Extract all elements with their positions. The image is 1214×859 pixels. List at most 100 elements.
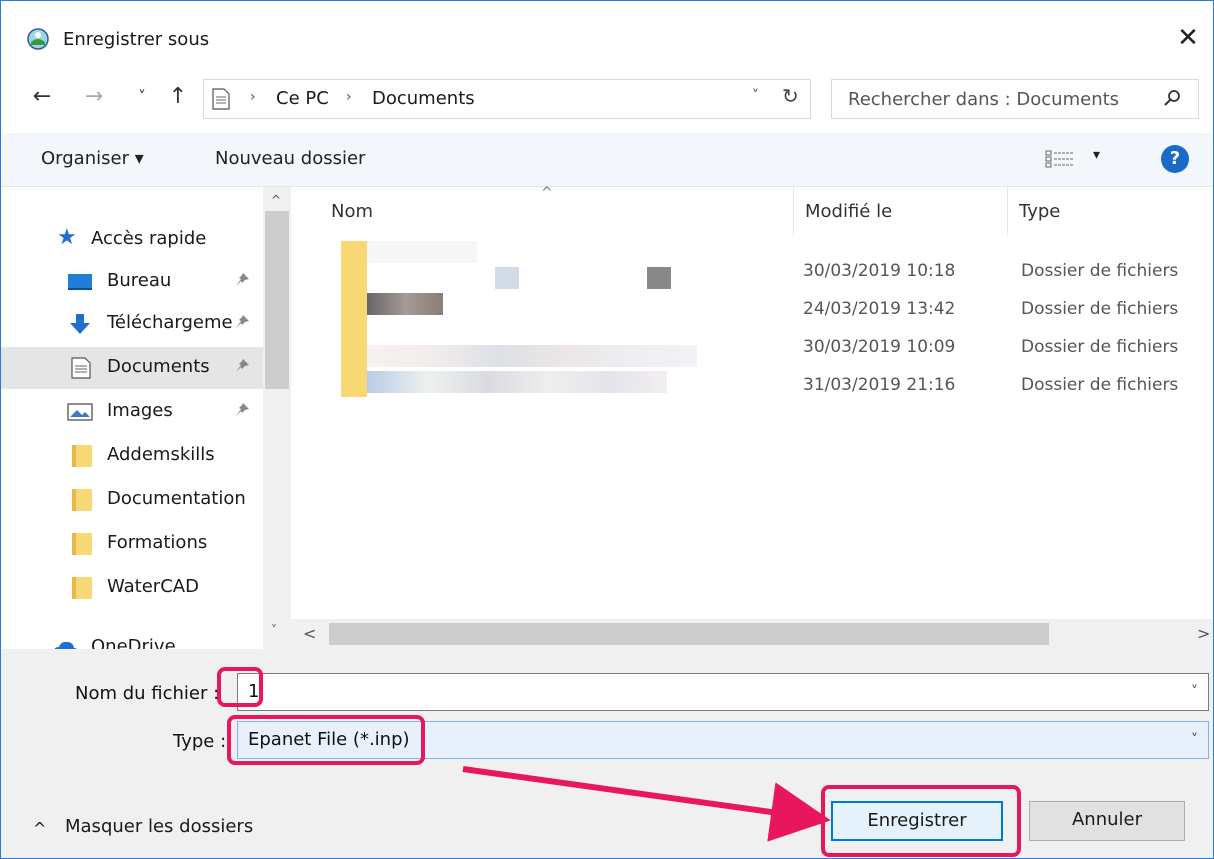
pin-icon[interactable]	[233, 271, 251, 289]
filename-label: Nom du fichier :	[75, 683, 220, 704]
view-options-icon[interactable]	[1045, 149, 1075, 169]
help-icon[interactable]: ?	[1161, 145, 1189, 173]
breadcrumb-separator: ›	[346, 89, 352, 105]
desktop-icon	[68, 274, 92, 290]
new-folder-button[interactable]: Nouveau dossier	[215, 148, 365, 169]
sort-ascending-icon: ^	[541, 185, 553, 201]
scroll-right-icon[interactable]: >	[1197, 624, 1210, 643]
sidebar-item-telechargements[interactable]: Téléchargeme	[1, 303, 263, 345]
folder-icon	[72, 577, 92, 599]
recent-locations-icon[interactable]: ˅	[129, 83, 155, 113]
scroll-down-icon[interactable]: ˅	[271, 623, 277, 637]
folder-icon	[72, 445, 92, 467]
document-icon	[212, 88, 230, 110]
row-modified: 30/03/2019 10:18	[803, 261, 956, 281]
type-label: Type :	[173, 731, 227, 752]
sidebar-item-label: Documents	[107, 356, 210, 377]
scrollbar-thumb[interactable]	[265, 211, 289, 389]
sidebar-item-addemskills[interactable]: Addemskills	[1, 435, 263, 477]
row-modified: 30/03/2019 10:09	[803, 337, 956, 357]
sidebar-item-watercad[interactable]: WaterCAD	[1, 567, 263, 609]
pin-icon[interactable]	[233, 313, 251, 331]
table-row[interactable]: 31/03/2019 21:16 Dossier de fichiers	[331, 367, 1211, 405]
file-type-dropdown-icon[interactable]: ˅	[1191, 732, 1198, 748]
sidebar-scrollbar[interactable]: ^ ˅	[263, 187, 291, 649]
table-row[interactable]: 30/03/2019 10:18 Dossier de fichiers	[331, 253, 1211, 291]
cancel-button[interactable]: Annuler	[1029, 801, 1185, 841]
column-header-modified[interactable]: Modifié le	[805, 201, 892, 222]
breadcrumb-separator: ›	[250, 89, 256, 105]
navigation-pane: ★ Accès rapide Bureau Téléchargeme Docum…	[1, 187, 291, 649]
folder-icon	[72, 533, 92, 555]
table-row[interactable]: 30/03/2019 10:09 Dossier de fichiers	[331, 329, 1211, 367]
sidebar-item-label: Documentation	[107, 488, 246, 509]
save-highlight	[821, 785, 1021, 857]
row-type: Dossier de fichiers	[1021, 261, 1179, 281]
sidebar-item-quick-access[interactable]: ★ Accès rapide	[1, 219, 263, 261]
view-dropdown-icon[interactable]: ▾	[1093, 147, 1100, 163]
row-type: Dossier de fichiers	[1021, 375, 1179, 395]
save-form: Nom du fichier : 1 ˅ Type : Epanet File …	[1, 649, 1213, 858]
filename-dropdown-icon[interactable]: ˅	[1191, 684, 1198, 700]
window-title: Enregistrer sous	[63, 29, 210, 50]
row-type: Dossier de fichiers	[1021, 337, 1179, 357]
sidebar-item-label: Images	[107, 400, 173, 421]
sidebar-item-label: Bureau	[107, 270, 172, 291]
command-bar: Organiser ▾ Nouveau dossier ▾ ?	[1, 133, 1213, 187]
forward-arrow-icon[interactable]: →	[79, 83, 109, 113]
sidebar-item-label: Accès rapide	[91, 228, 207, 249]
refresh-icon[interactable]: ↻	[782, 84, 799, 108]
folder-icon	[72, 489, 92, 511]
cloud-icon	[54, 641, 77, 649]
sidebar-item-label: WaterCAD	[107, 576, 199, 597]
search-placeholder: Rechercher dans : Documents	[848, 89, 1120, 110]
table-row[interactable]: 24/03/2019 13:42 Dossier de fichiers	[331, 291, 1211, 329]
file-list: ^ Nom Modifié le Type 30/03/2019 10:18 D…	[291, 185, 1213, 649]
hide-folders-button[interactable]: Masquer les dossiers	[65, 816, 253, 837]
sidebar-item-label: Formations	[107, 532, 208, 553]
search-icon[interactable]	[1162, 88, 1182, 108]
pin-icon[interactable]	[233, 357, 251, 375]
column-header-type[interactable]: Type	[1019, 201, 1060, 222]
column-divider[interactable]	[1007, 187, 1008, 235]
up-arrow-icon[interactable]: ↑	[163, 83, 193, 113]
sidebar-item-label: OneDrive	[91, 636, 176, 649]
file-list-horizontal-scrollbar[interactable]: < >	[291, 619, 1213, 649]
download-icon	[70, 314, 90, 334]
scroll-left-icon[interactable]: <	[303, 624, 316, 643]
column-divider[interactable]	[793, 187, 794, 235]
back-arrow-icon[interactable]: ←	[27, 83, 57, 113]
row-modified: 31/03/2019 21:16	[803, 375, 956, 395]
image-icon	[67, 403, 93, 421]
type-highlight	[227, 715, 425, 765]
column-header-name[interactable]: Nom	[331, 201, 373, 222]
sidebar-item-documents[interactable]: Documents	[1, 347, 263, 389]
document-icon	[71, 357, 91, 379]
save-as-dialog: Enregistrer sous ✕ ← → ˅ ↑ › Ce PC › Doc…	[0, 0, 1214, 859]
sidebar-item-onedrive[interactable]: OneDrive	[1, 627, 263, 649]
address-dropdown-icon[interactable]: ˅	[752, 88, 759, 104]
row-modified: 24/03/2019 13:42	[803, 299, 956, 319]
breadcrumb-this-pc[interactable]: Ce PC	[276, 88, 329, 109]
row-type: Dossier de fichiers	[1021, 299, 1179, 319]
star-icon: ★	[57, 225, 77, 250]
filename-input[interactable]: 1 ˅	[237, 673, 1209, 711]
app-icon	[27, 28, 49, 50]
pin-icon[interactable]	[233, 401, 251, 419]
address-bar[interactable]: › Ce PC › Documents ˅ ↻	[203, 79, 811, 119]
title-bar: Enregistrer sous ✕	[1, 1, 1213, 81]
sidebar-item-label: Addemskills	[107, 444, 215, 465]
search-input[interactable]: Rechercher dans : Documents	[831, 79, 1199, 119]
close-icon[interactable]: ✕	[1171, 23, 1205, 57]
breadcrumb-documents[interactable]: Documents	[372, 88, 475, 109]
organize-button[interactable]: Organiser ▾	[41, 148, 144, 169]
sidebar-item-formations[interactable]: Formations	[1, 523, 263, 565]
scroll-up-icon[interactable]: ^	[271, 193, 281, 207]
sidebar-item-label: Téléchargeme	[107, 312, 233, 333]
scrollbar-thumb[interactable]	[329, 623, 1049, 645]
sidebar-item-images[interactable]: Images	[1, 391, 263, 433]
chevron-up-icon[interactable]: ^	[33, 819, 46, 838]
sidebar-item-bureau[interactable]: Bureau	[1, 261, 263, 303]
sidebar-item-documentation[interactable]: Documentation	[1, 479, 263, 521]
filename-highlight	[217, 667, 263, 707]
